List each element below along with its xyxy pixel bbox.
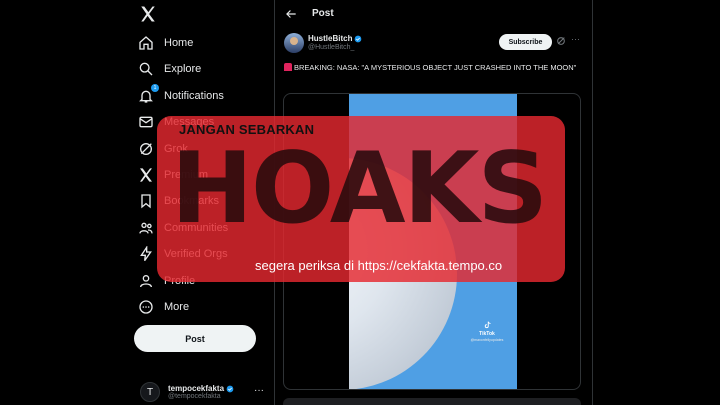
post-text-content: BREAKING: NASA: "A MYSTERIOUS OBJECT JUS…: [294, 63, 577, 72]
nav-communities[interactable]: Communities: [138, 217, 228, 239]
page-title: Post: [312, 8, 334, 19]
main-column: Post HustleBitch @HustleBitch_ Subscribe…: [276, 0, 593, 405]
nav-profile-label: Profile: [164, 275, 196, 287]
nav-more[interactable]: More: [138, 296, 189, 318]
avatar: T: [140, 382, 160, 402]
nav-messages[interactable]: Messages: [138, 111, 214, 133]
author-name-row[interactable]: HustleBitch: [308, 34, 362, 43]
nav-bookmarks[interactable]: Bookmarks: [138, 190, 219, 212]
back-arrow-icon[interactable]: [284, 7, 298, 21]
more-circle-icon: [138, 299, 154, 315]
verified-badge-icon: [226, 385, 234, 392]
subscribe-button[interactable]: Subscribe: [499, 34, 552, 50]
lightning-icon: [138, 246, 154, 262]
account-switcher[interactable]: T tempocekfakta @tempocekfakta ···: [140, 380, 270, 404]
account-more-icon[interactable]: ···: [254, 385, 264, 396]
account-name: tempocekfakta: [168, 384, 225, 393]
person-icon: [138, 273, 154, 289]
post-media[interactable]: TikTok @maxonfellyupdates: [283, 93, 581, 390]
x-icon: [138, 167, 154, 183]
tiktok-handle: @maxonfellyupdates: [470, 338, 504, 342]
nav-notifications[interactable]: 1 Notifications: [138, 84, 224, 107]
post-header: Post: [276, 0, 593, 28]
nav-messages-label: Messages: [164, 116, 215, 128]
post-text: BREAKING: NASA: "A MYSTERIOUS OBJECT JUS…: [284, 62, 584, 74]
author-name: HustleBitch: [308, 34, 353, 43]
account-name-row: tempocekfakta: [168, 384, 234, 393]
account-info: tempocekfakta @tempocekfakta: [168, 384, 234, 400]
tiktok-label: TikTok: [479, 331, 495, 337]
grok-icon[interactable]: [556, 36, 566, 46]
nav-more-label: More: [164, 301, 190, 313]
search-icon: [138, 61, 154, 77]
author-handle[interactable]: @HustleBitch_: [308, 44, 354, 51]
x-logo-icon[interactable]: [139, 5, 157, 23]
nav-premium[interactable]: Premium: [138, 164, 208, 186]
tiktok-watermark: TikTok @maxonfellyupdates: [469, 320, 505, 342]
right-column: [594, 0, 720, 405]
nav-home[interactable]: Home: [138, 32, 193, 54]
nav-notifications-label: Notifications: [164, 90, 224, 102]
moon-image: [349, 158, 457, 389]
nav-home-label: Home: [164, 37, 194, 49]
nav-verified-orgs[interactable]: Verified Orgs: [138, 243, 228, 265]
notification-badge: 1: [151, 84, 159, 92]
nav-explore[interactable]: Explore: [138, 58, 201, 80]
mail-icon: [138, 114, 154, 130]
post-button[interactable]: Post: [134, 325, 256, 352]
nav-premium-label: Premium: [164, 169, 209, 181]
bell-icon: 1: [138, 84, 159, 104]
verified-badge-icon: [355, 35, 362, 42]
home-icon: [138, 35, 154, 51]
grok-icon: [138, 141, 154, 157]
siren-icon: [284, 63, 292, 71]
video-player[interactable]: TikTok @maxonfellyupdates: [349, 94, 517, 389]
people-icon: [138, 220, 154, 236]
author-avatar[interactable]: [284, 33, 304, 53]
nav-explore-label: Explore: [164, 63, 202, 75]
nav-grok[interactable]: Grok: [138, 138, 188, 160]
next-post-preview: [283, 398, 581, 405]
bookmark-icon: [138, 193, 154, 209]
sidebar: Home Explore 1 Notifications Messages Gr…: [0, 0, 275, 405]
nav-communities-label: Communities: [164, 222, 229, 234]
account-handle: @tempocekfakta: [168, 393, 221, 400]
nav-verified-orgs-label: Verified Orgs: [164, 248, 228, 260]
nav-profile[interactable]: Profile: [138, 270, 195, 292]
nav-bookmarks-label: Bookmarks: [164, 195, 220, 207]
tiktok-icon: [484, 321, 491, 329]
nav-grok-label: Grok: [164, 143, 188, 155]
post-more-icon[interactable]: ···: [571, 34, 580, 44]
